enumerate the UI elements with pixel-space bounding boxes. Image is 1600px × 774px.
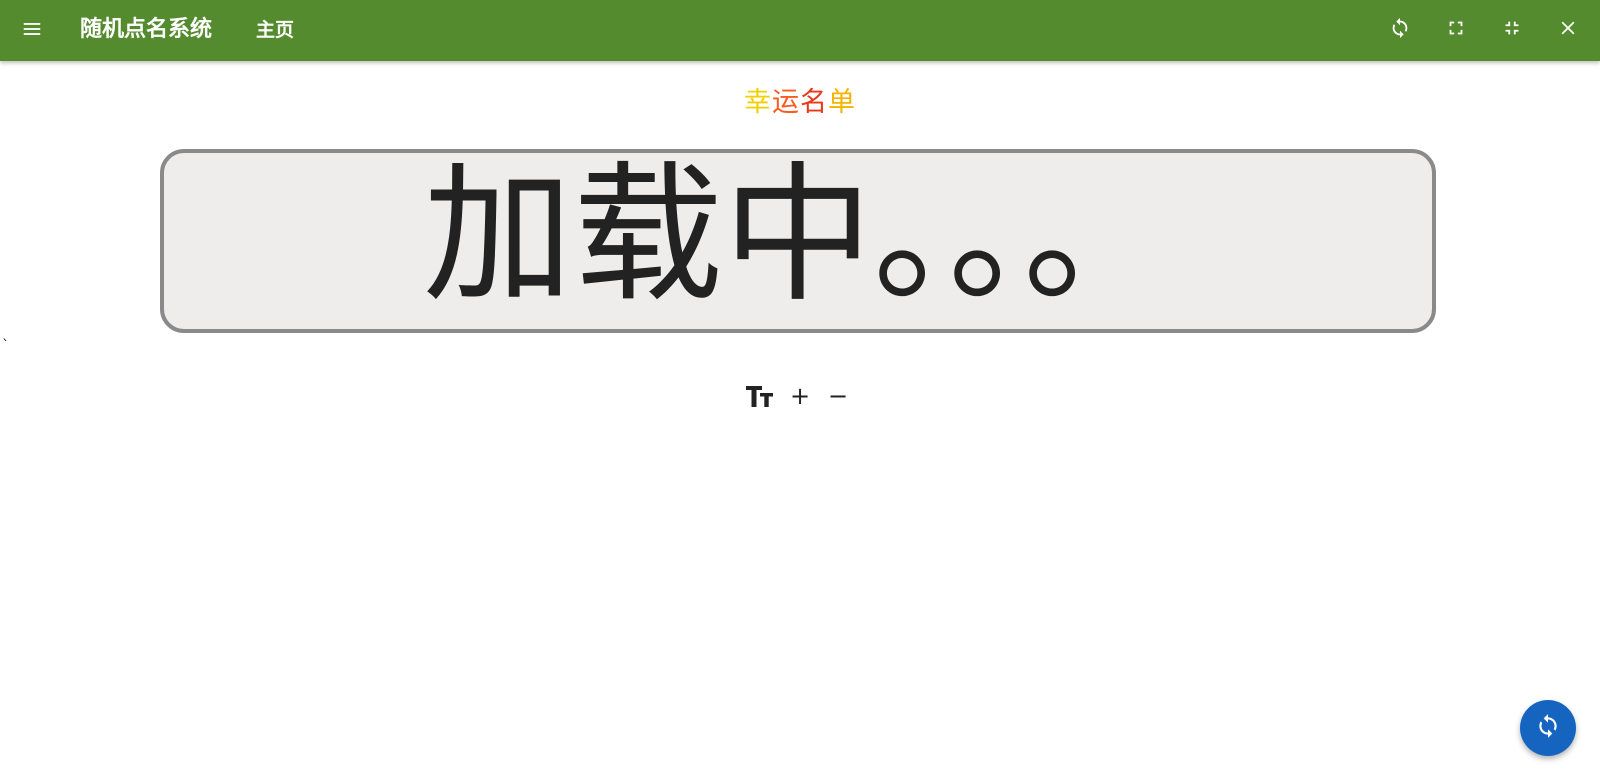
exit-fullscreen-button[interactable] (1494, 12, 1530, 48)
lucky-title-char: 运 (772, 87, 800, 118)
fullscreen-button[interactable] (1438, 12, 1474, 48)
app-title: 随机点名系统 (80, 17, 213, 42)
lucky-list-title: 幸运名单 (0, 85, 1600, 121)
shuffle-fab-button[interactable] (1520, 700, 1576, 756)
menu-button[interactable] (14, 13, 50, 49)
shuffle-sync-icon (1535, 713, 1561, 743)
name-display-text: 加载中。。。 (422, 149, 1173, 323)
stray-mark: ` (2, 338, 9, 354)
font-size-controls: + − (744, 380, 852, 412)
close-icon (1557, 17, 1579, 43)
font-decrease-button[interactable]: − (824, 380, 852, 412)
refresh-icon (1389, 17, 1411, 43)
nav-home-link[interactable]: 主页 (256, 16, 294, 44)
font-increase-button[interactable]: + (786, 380, 814, 412)
menu-icon (21, 18, 43, 44)
name-display-box: 加载中。。。 (160, 149, 1436, 333)
exit-fullscreen-icon (1501, 17, 1523, 43)
lucky-title-char: 名 (800, 87, 828, 118)
fullscreen-icon (1445, 17, 1467, 43)
lucky-title-char: 单 (828, 87, 856, 118)
close-button[interactable] (1550, 12, 1586, 48)
app-bar: 随机点名系统 主页 (0, 0, 1600, 61)
refresh-button[interactable] (1382, 12, 1418, 48)
text-size-icon (744, 380, 776, 412)
lucky-title-char: 幸 (744, 87, 772, 118)
